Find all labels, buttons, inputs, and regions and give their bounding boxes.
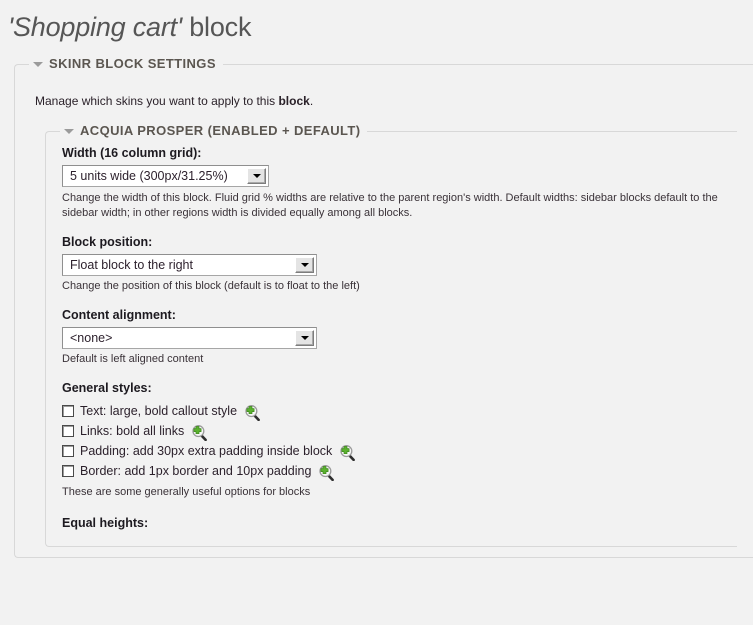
general-style-checkbox[interactable]: [62, 425, 74, 437]
general-style-checkbox[interactable]: [62, 465, 74, 477]
chevron-down-icon[interactable]: [247, 168, 266, 184]
zoom-in-icon[interactable]: [317, 464, 335, 481]
content-alignment-form-item: Content alignment: <none> Default is lef…: [62, 308, 721, 367]
equal-heights-label: Equal heights:: [62, 516, 149, 530]
acquia-prosper-body: Width (16 column grid): 5 units wide (30…: [46, 132, 737, 542]
acquia-prosper-legend[interactable]: ACQUIA PROSPER (ENABLED + DEFAULT): [60, 123, 368, 138]
general-style-option-row: Padding: add 30px extra padding inside b…: [62, 441, 721, 461]
general-style-checkbox-label[interactable]: Links: bold all links: [80, 424, 184, 438]
general-style-checkbox[interactable]: [62, 445, 74, 457]
skinr-intro-text: Manage which skins you want to apply to …: [35, 93, 737, 109]
skinr-block-settings-body: Manage which skins you want to apply to …: [15, 65, 753, 553]
general-style-checkbox-label[interactable]: Text: large, bold callout style: [80, 404, 237, 418]
skinr-block-settings-legend[interactable]: SKINR BLOCK SETTINGS: [29, 56, 223, 71]
general-style-checkbox-label[interactable]: Border: add 1px border and 10px padding: [80, 464, 311, 478]
zoom-in-icon[interactable]: [190, 424, 208, 441]
skinr-intro-bold: block: [278, 94, 310, 108]
zoom-in-icon[interactable]: [338, 444, 356, 461]
general-styles-form-item: General styles: Text: large, bold callou…: [62, 381, 721, 500]
acquia-prosper-fieldset: ACQUIA PROSPER (ENABLED + DEFAULT) Width…: [45, 123, 737, 547]
width-description: Change the width of this block. Fluid gr…: [62, 192, 718, 219]
content-alignment-description: Default is left aligned content: [62, 353, 204, 365]
block-position-label: Block position:: [62, 235, 153, 249]
general-style-option-row: Links: bold all links: [62, 421, 721, 441]
content-alignment-select[interactable]: <none>: [62, 327, 317, 349]
block-position-form-item: Block position: Float block to the right…: [62, 235, 721, 294]
general-styles-label: General styles:: [62, 381, 152, 395]
general-styles-checkbox-group: Text: large, bold callout style Links: bo…: [62, 401, 721, 481]
width-select-value: 5 units wide (300px/31.25%): [70, 169, 228, 183]
page-title-quoted: 'Shopping cart': [8, 12, 182, 42]
block-position-select[interactable]: Float block to the right: [62, 254, 317, 276]
general-style-option-row: Text: large, bold callout style: [62, 401, 721, 421]
skinr-block-settings-fieldset: SKINR BLOCK SETTINGS Manage which skins …: [14, 56, 753, 558]
skinr-block-settings-legend-label: SKINR BLOCK SETTINGS: [49, 56, 216, 71]
skinr-intro-after: .: [309, 94, 314, 108]
acquia-prosper-legend-label: ACQUIA PROSPER (ENABLED + DEFAULT): [80, 123, 361, 138]
skinr-intro-before: Manage which skins you want to apply to …: [35, 94, 279, 108]
block-position-select-value: Float block to the right: [70, 258, 193, 272]
zoom-in-icon[interactable]: [243, 404, 260, 421]
chevron-down-icon[interactable]: [295, 330, 314, 346]
content-alignment-label: Content alignment:: [62, 308, 176, 322]
page-title: 'Shopping cart' block: [0, 0, 753, 42]
width-label: Width (16 column grid):: [62, 146, 202, 160]
width-form-item: Width (16 column grid): 5 units wide (30…: [62, 146, 721, 221]
general-styles-description: These are some generally useful options …: [62, 486, 311, 498]
general-style-checkbox-label[interactable]: Padding: add 30px extra padding inside b…: [80, 444, 332, 458]
chevron-down-icon: [33, 62, 43, 67]
block-position-description: Change the position of this block (defau…: [62, 280, 360, 292]
chevron-down-icon[interactable]: [295, 257, 314, 273]
width-select[interactable]: 5 units wide (300px/31.25%): [62, 165, 269, 187]
content-alignment-select-value: <none>: [70, 331, 113, 345]
page-title-suffix: block: [181, 12, 252, 42]
chevron-down-icon: [64, 129, 74, 134]
general-style-option-row: Border: add 1px border and 10px padding: [62, 461, 721, 481]
general-style-checkbox[interactable]: [62, 405, 74, 417]
